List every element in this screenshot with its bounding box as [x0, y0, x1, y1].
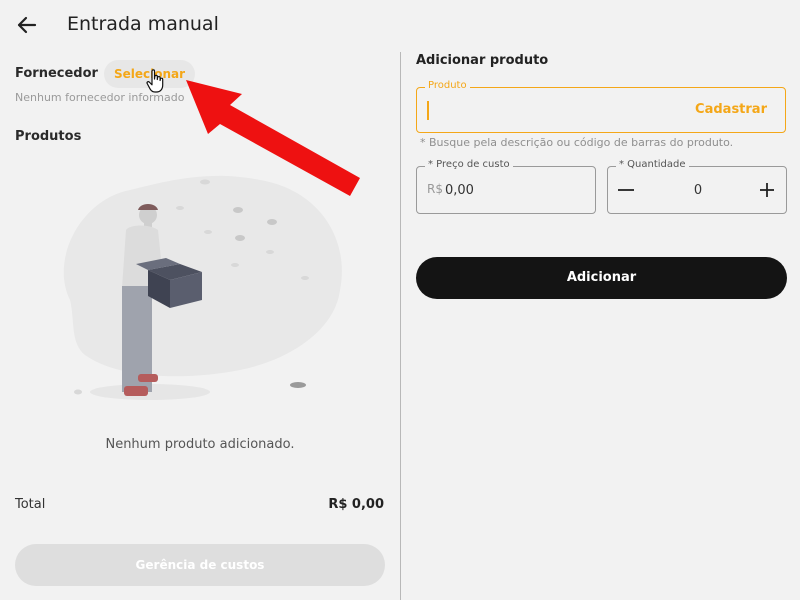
- minus-icon[interactable]: [616, 177, 636, 203]
- cost-price-field[interactable]: * Preço de custo R$: [416, 159, 596, 214]
- text-caret: [427, 101, 429, 120]
- supplier-label: Fornecedor: [15, 66, 98, 81]
- register-product-link[interactable]: Cadastrar: [695, 102, 767, 117]
- cost-management-button[interactable]: Gerência de custos: [15, 544, 385, 586]
- cost-price-legend: * Preço de custo: [425, 159, 513, 170]
- product-search-input[interactable]: [431, 98, 691, 124]
- currency-prefix: R$: [427, 182, 443, 196]
- quantity-stepper[interactable]: * Quantidade: [607, 159, 787, 214]
- total-value: R$ 0,00: [328, 497, 384, 512]
- product-search-field[interactable]: Produto Cadastrar: [416, 80, 786, 133]
- empty-products-text: Nenhum produto adicionado.: [105, 437, 295, 452]
- column-divider: [400, 52, 401, 600]
- app-header: Entrada manual: [0, 0, 800, 52]
- product-field-legend: Produto: [425, 80, 470, 91]
- products-title: Produtos: [15, 129, 82, 144]
- quantity-legend: * Quantidade: [616, 159, 689, 170]
- quantity-input[interactable]: [648, 178, 748, 202]
- empty-products-illustration: [63, 175, 342, 400]
- product-search-hint: * Busque pela descrição ou código de bar…: [420, 136, 734, 149]
- cost-price-input[interactable]: [445, 178, 585, 202]
- arrow-left-icon[interactable]: [14, 12, 40, 38]
- add-product-button[interactable]: Adicionar: [416, 257, 787, 299]
- total-label: Total: [15, 497, 46, 512]
- add-product-title: Adicionar produto: [416, 53, 549, 68]
- supplier-empty-text: Nenhum fornecedor informado: [15, 91, 185, 104]
- plus-icon[interactable]: [758, 178, 776, 202]
- page-title: Entrada manual: [67, 13, 219, 35]
